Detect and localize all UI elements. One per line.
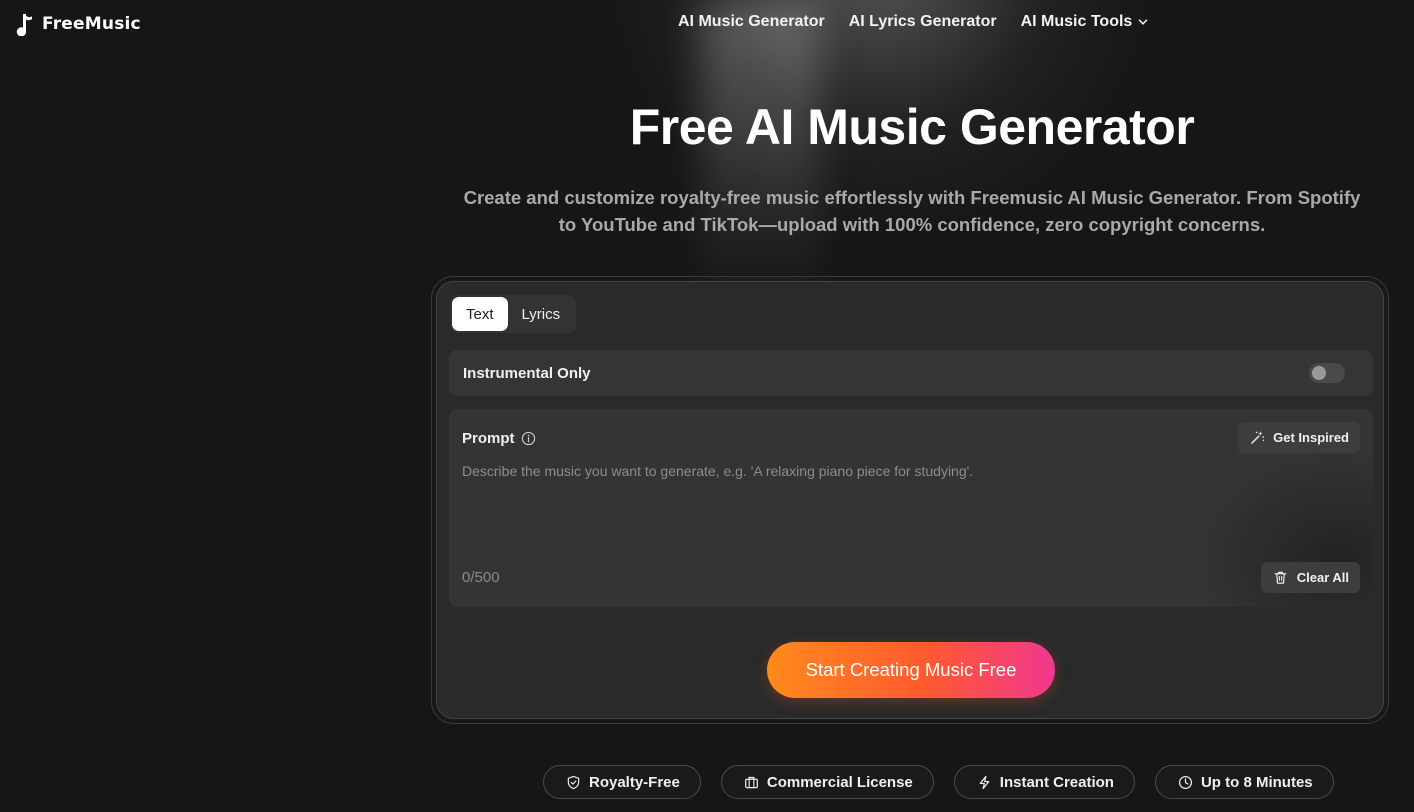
page-subtitle: Create and customize royalty-free music …: [463, 187, 1361, 235]
nav-label: AI Lyrics Generator: [848, 13, 997, 30]
tab-lyrics[interactable]: Lyrics: [508, 297, 575, 331]
feature-label: Instant Creation: [999, 773, 1114, 791]
briefcase-icon: [744, 776, 758, 788]
prompt-label: Prompt: [462, 430, 515, 447]
nav-ai-music-generator[interactable]: AI Music Generator: [678, 13, 825, 31]
toggle-knob: [1312, 366, 1326, 380]
feature-label: Up to 8 Minutes: [1200, 773, 1313, 791]
mode-tabs: Text Lyrics: [450, 295, 577, 333]
get-inspired-button[interactable]: Get Inspired: [1238, 422, 1360, 453]
nav-ai-lyrics-generator[interactable]: AI Lyrics Generator: [849, 13, 997, 31]
nav-label: AI Music Generator: [678, 13, 825, 30]
start-creating-button[interactable]: Start Creating Music Free: [767, 642, 1055, 698]
instrumental-label: Instrumental Only: [463, 364, 591, 382]
feature-instant-creation: Instant Creation: [953, 765, 1135, 799]
page-title: Free AI Music Generator: [629, 99, 1195, 155]
prompt-input[interactable]: [462, 463, 1222, 553]
feature-label: Commercial License: [766, 773, 913, 791]
feature-royalty-free: Royalty-Free: [543, 765, 701, 799]
prompt-box: Prompt Get Inspired 0/500: [449, 409, 1373, 607]
nav-label: AI Music Tools: [1020, 13, 1133, 30]
info-icon[interactable]: [521, 431, 536, 446]
clear-all-label: Clear All: [1296, 570, 1349, 585]
clock-icon: [1178, 775, 1192, 789]
clear-all-button[interactable]: Clear All: [1260, 562, 1360, 593]
brand-name: FreeMusic: [42, 14, 141, 34]
shield-icon: [567, 775, 580, 789]
nav-ai-music-tools[interactable]: AI Music Tools: [1021, 13, 1149, 31]
top-nav: AI Music Generator AI Lyrics Generator A…: [678, 13, 1148, 31]
chevron-down-icon: [1139, 19, 1148, 25]
generator-card: Text Lyrics Instrumental Only Prompt Get…: [436, 281, 1384, 719]
music-note-icon: [16, 14, 32, 36]
magic-wand-icon: [1251, 431, 1265, 444]
feature-commercial-license: Commercial License: [720, 765, 934, 799]
feature-label: Royalty-Free: [589, 773, 680, 791]
trash-icon: [1274, 571, 1286, 584]
feature-up-to-8-minutes: Up to 8 Minutes: [1154, 765, 1334, 799]
feature-pills: Royalty-Free Commercial License Instant …: [543, 765, 1334, 799]
page: FreeMusic AI Music Generator AI Lyrics G…: [0, 0, 1414, 812]
tab-text[interactable]: Text: [452, 297, 508, 331]
lightning-icon: [979, 775, 990, 789]
logo[interactable]: FreeMusic: [14, 12, 141, 36]
char-counter: 0/500: [462, 569, 500, 586]
instrumental-toggle[interactable]: [1309, 363, 1345, 383]
get-inspired-label: Get Inspired: [1273, 430, 1349, 445]
instrumental-row: Instrumental Only: [449, 350, 1373, 396]
prompt-label-group: Prompt: [462, 430, 536, 447]
